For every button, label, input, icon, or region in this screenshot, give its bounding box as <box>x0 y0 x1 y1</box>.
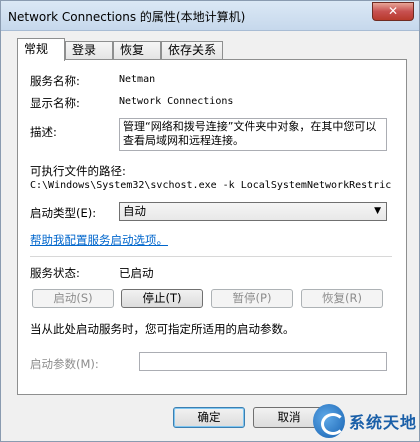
section-divider <box>30 256 392 257</box>
description-box[interactable]: 管理“网络和拨号连接”文件夹中对象，在其中您可以查看局域网和远程连接。 <box>119 118 387 151</box>
chevron-down-icon: ▼ <box>374 206 381 216</box>
tab-dependencies[interactable]: 依存关系 <box>161 41 223 60</box>
ok-button[interactable]: 确定 <box>173 407 245 428</box>
display-name-label: 显示名称: <box>30 96 80 110</box>
exe-path-label: 可执行文件的路径: <box>30 164 126 178</box>
tab-recovery[interactable]: 恢复 <box>113 41 161 60</box>
properties-window: Network Connections 的属性(本地计算机) ✕ 常规 登录 恢… <box>0 0 420 442</box>
start-button[interactable]: 启动(S) <box>32 289 114 308</box>
service-name-value: Netman <box>119 74 156 85</box>
start-params-hint: 当从此处启动服务时，您可指定所适用的启动参数。 <box>30 322 295 336</box>
watermark-logo-icon <box>313 404 345 438</box>
start-params-input[interactable] <box>139 352 387 371</box>
stop-button[interactable]: 停止(T) <box>121 289 203 308</box>
service-name-label: 服务名称: <box>30 74 80 88</box>
startup-type-value: 自动 <box>123 204 146 218</box>
help-configure-link[interactable]: 帮助我配置服务启动选项。 <box>30 232 168 248</box>
service-status-value: 已启动 <box>119 266 154 280</box>
close-icon: ✕ <box>387 4 399 18</box>
description-label: 描述: <box>30 125 57 139</box>
tab-general[interactable]: 常规 <box>17 38 65 61</box>
exe-path-value: C:\Windows\System32\svchost.exe -k Local… <box>30 180 392 191</box>
startup-type-label: 启动类型(E): <box>30 206 97 220</box>
start-params-label: 启动参数(M): <box>30 357 99 371</box>
pause-button[interactable]: 暂停(P) <box>211 289 293 308</box>
title-bar[interactable]: Network Connections 的属性(本地计算机) ✕ <box>1 1 419 31</box>
startup-type-select[interactable]: 自动 ▼ <box>119 202 387 221</box>
description-text: 管理“网络和拨号连接”文件夹中对象，在其中您可以查看局域网和远程连接。 <box>123 120 377 147</box>
watermark-text: 系统天地 <box>348 413 417 432</box>
resume-button[interactable]: 恢复(R) <box>301 289 383 308</box>
close-button[interactable]: ✕ <box>372 2 414 21</box>
general-panel: 服务名称: Netman 显示名称: Network Connections 描… <box>17 59 407 395</box>
service-status-label: 服务状态: <box>30 266 80 280</box>
tab-logon[interactable]: 登录 <box>65 41 113 60</box>
display-name-value: Network Connections <box>119 96 234 107</box>
watermark: 系统天地 <box>313 403 417 439</box>
window-title: Network Connections 的属性(本地计算机) <box>8 10 246 24</box>
